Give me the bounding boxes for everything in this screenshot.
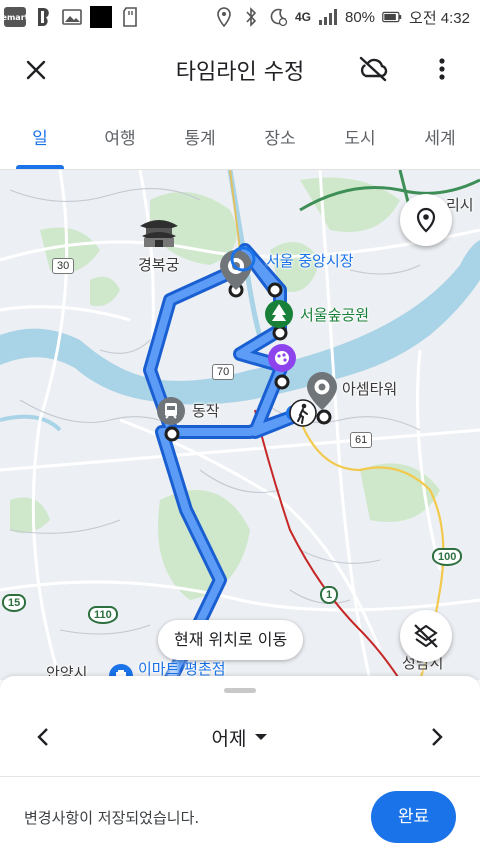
- more-button[interactable]: [424, 50, 460, 88]
- alarm-icon: [268, 7, 288, 27]
- tab-bar: 일 여행 통계 장소 도시 세계: [0, 104, 480, 170]
- art-pin[interactable]: [266, 342, 298, 374]
- location-icon: [214, 7, 234, 27]
- app-bar: 타임라인 수정: [0, 34, 480, 104]
- more-vert-icon: [439, 58, 445, 80]
- signal-icon: [318, 7, 338, 27]
- road-110: 110: [88, 606, 118, 624]
- chevron-left-icon: [37, 728, 48, 746]
- tab-day[interactable]: 일: [0, 104, 80, 169]
- label-forest-park: 서울숲공원: [300, 306, 370, 324]
- move-to-current-location-button[interactable]: 현재 위치로 이동: [158, 620, 304, 660]
- emart-icon: emart: [2, 7, 28, 27]
- forest-park-pin[interactable]: [263, 298, 295, 330]
- tab-trips[interactable]: 여행: [80, 104, 160, 169]
- road-1: 1: [320, 586, 339, 604]
- stream-2: [0, 414, 62, 432]
- bluetooth-icon: [241, 7, 261, 27]
- road-61: 61: [350, 432, 373, 448]
- network-type: 4G: [294, 10, 311, 24]
- snackbar-message: 변경사항이 저장되었습니다.: [24, 809, 200, 827]
- close-icon: [26, 60, 46, 80]
- market-marker[interactable]: [228, 244, 258, 274]
- previous-day-button[interactable]: [26, 720, 60, 754]
- label-dongjak: 동작: [192, 402, 220, 420]
- label-asem-tower: 아셈타워: [342, 380, 398, 398]
- date-label: 어제: [211, 727, 247, 750]
- tab-cities[interactable]: 도시: [320, 104, 400, 169]
- drag-handle[interactable]: [224, 688, 256, 693]
- page-title: 타임라인 수정: [175, 60, 305, 85]
- layers-off-icon: [414, 624, 438, 648]
- tab-world[interactable]: 세계: [400, 104, 480, 169]
- close-button[interactable]: [18, 52, 54, 88]
- next-day-button[interactable]: [420, 720, 454, 754]
- snackbar: 변경사항이 저장되었습니다. 완료: [0, 776, 480, 853]
- b-app-icon: [34, 7, 54, 27]
- walking-marker[interactable]: [284, 398, 318, 428]
- map-view[interactable]: 경복궁 서울 중앙시장 서울숲공원 아셈타워 동작 안양시 이마트 평촌점 성남…: [0, 170, 480, 680]
- palace-landmark-icon: [140, 220, 178, 247]
- status-bar: emart 4G 80% 오전 4:32: [0, 0, 480, 34]
- gallery-icon: [62, 7, 82, 27]
- battery-icon: [382, 7, 402, 27]
- place-pin-icon: [416, 207, 436, 233]
- battery-percent: 80%: [345, 8, 376, 26]
- road-30: 30: [52, 258, 75, 274]
- date-selector[interactable]: 어제: [180, 720, 300, 754]
- tab-places[interactable]: 장소: [240, 104, 320, 169]
- layers-button[interactable]: [400, 610, 452, 662]
- bottom-sheet: 어제: [0, 676, 480, 776]
- dropdown-arrow-icon: [255, 734, 268, 740]
- add-place-button[interactable]: [400, 194, 452, 246]
- clock: 오전 4:32: [409, 9, 470, 27]
- black-square-icon: [90, 6, 112, 28]
- label-market: 서울 중앙시장: [266, 252, 354, 270]
- label-gyeongbokgung: 경복궁: [138, 256, 180, 274]
- cloud-off-icon: [359, 56, 388, 82]
- road-70: 70: [212, 364, 235, 380]
- dongjak-subway-pin[interactable]: [155, 395, 187, 427]
- road-15: 15: [2, 594, 27, 612]
- sd-card-icon: [120, 7, 140, 27]
- done-button[interactable]: 완료: [371, 791, 456, 843]
- sync-button[interactable]: [354, 50, 392, 88]
- tab-insights[interactable]: 통계: [160, 104, 240, 169]
- chevron-right-icon: [432, 728, 443, 746]
